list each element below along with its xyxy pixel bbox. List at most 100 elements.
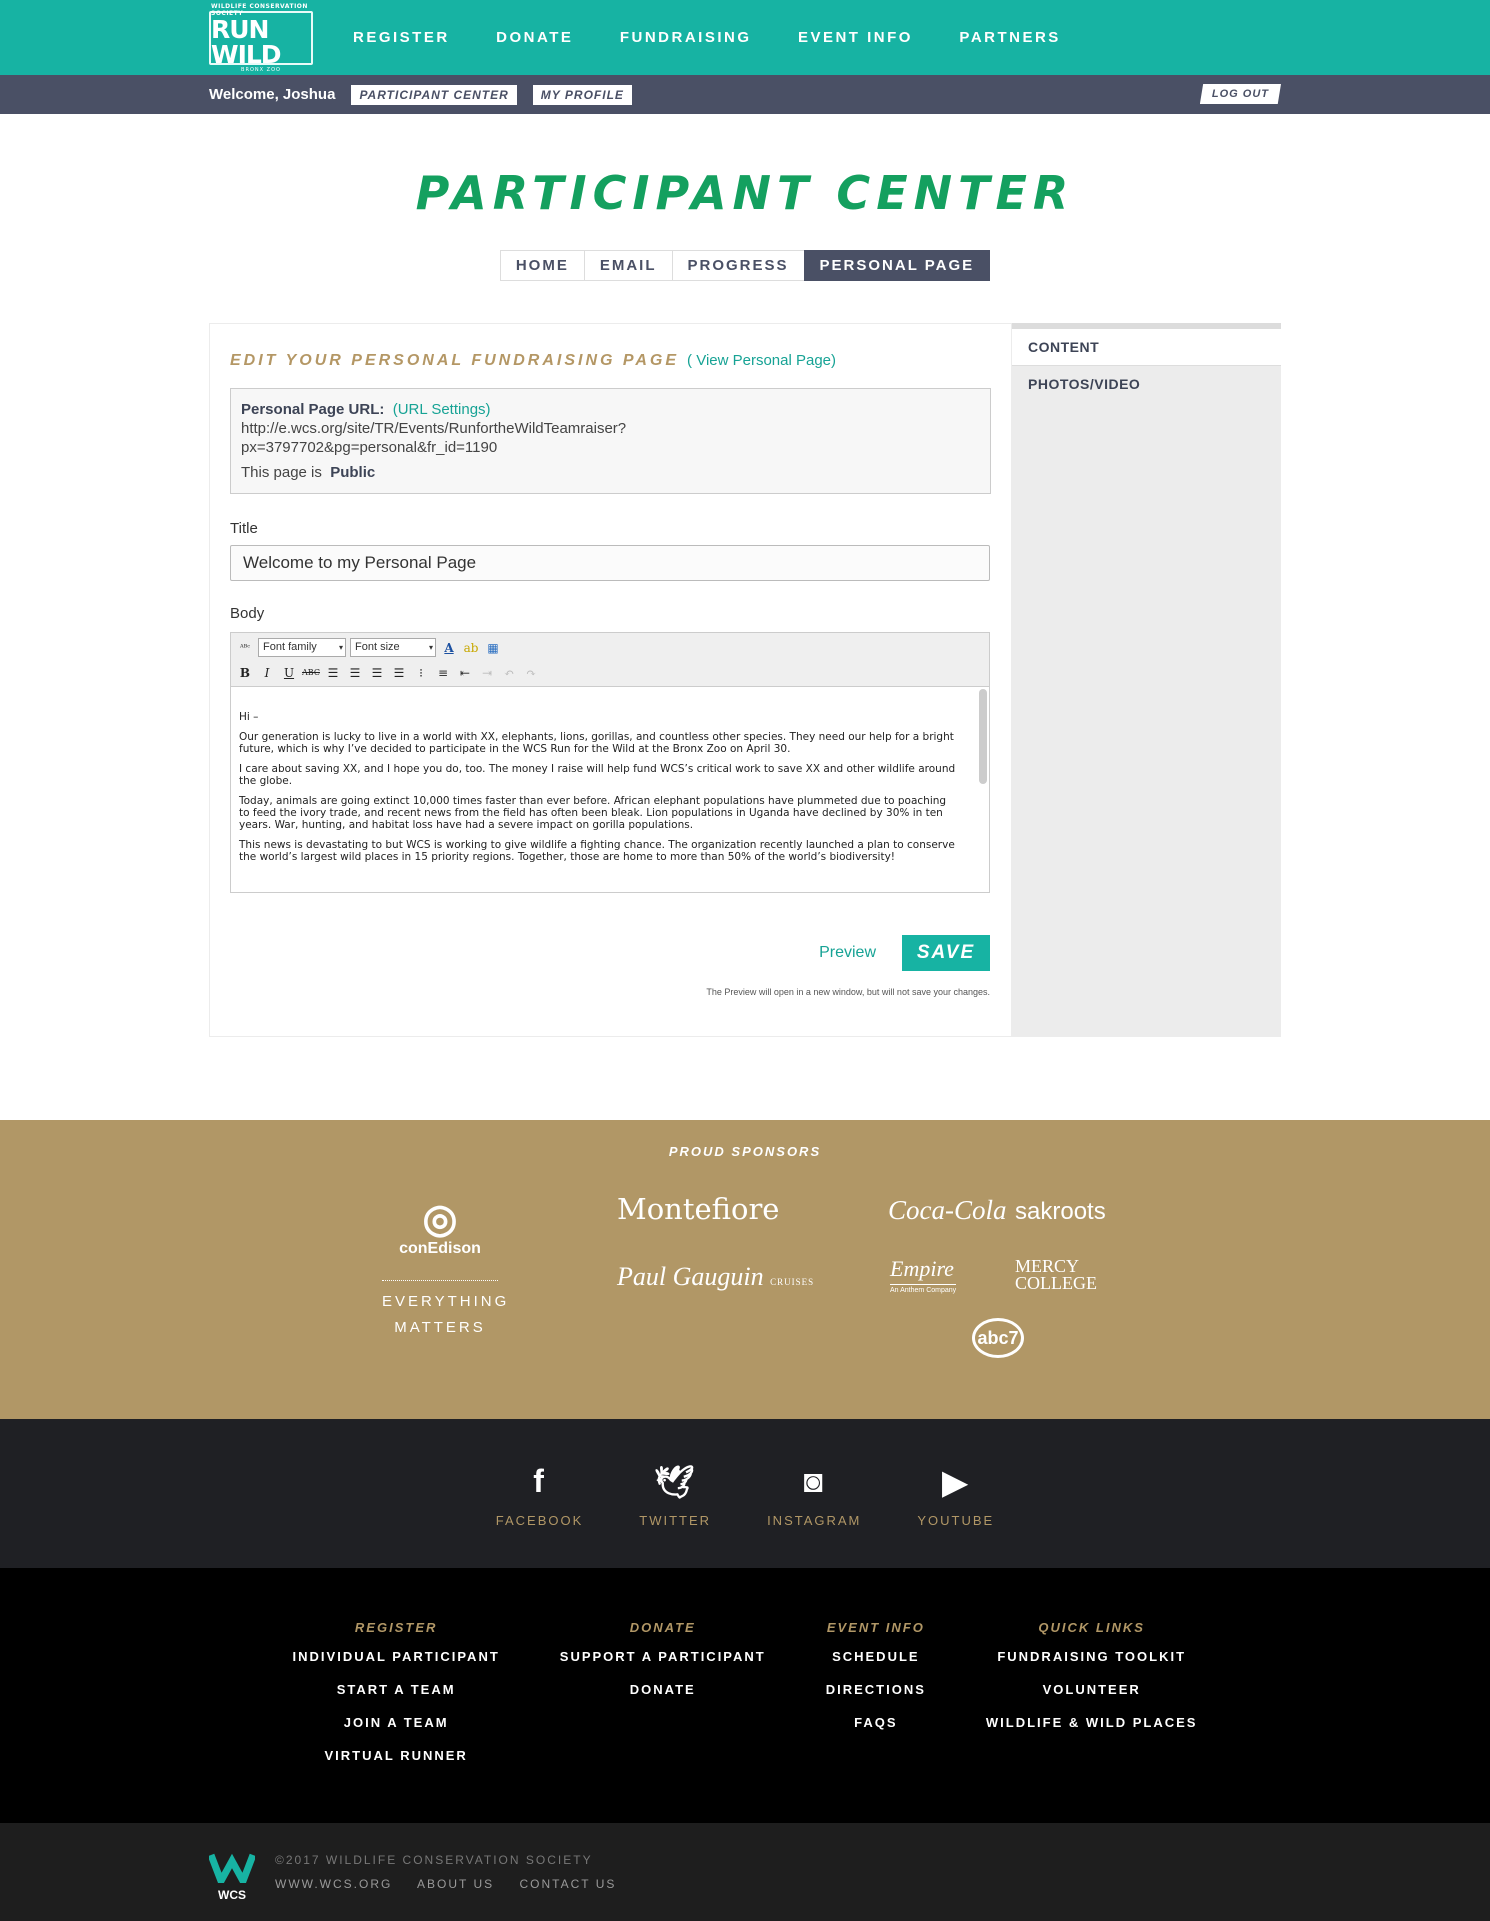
align-center-icon[interactable]: ☰ xyxy=(346,664,364,682)
wcs-org-link[interactable]: WWW.WCS.ORG xyxy=(275,1877,392,1891)
social-youtube[interactable]: ▶ YOUTUBE xyxy=(917,1463,994,1568)
about-us-link[interactable]: ABOUT US xyxy=(417,1877,494,1891)
indent-icon[interactable]: ⇥ xyxy=(478,664,496,682)
url-label: Personal Page URL: xyxy=(241,401,385,418)
run-for-the-wild-logo[interactable]: WILDLIFE CONSERVATION SOCIETY RUN WILD B… xyxy=(209,3,313,73)
montefiore-logo[interactable]: Montefiore xyxy=(617,1192,779,1226)
tab-personal-page[interactable]: PERSONAL PAGE xyxy=(803,250,991,281)
text-color-icon[interactable]: A xyxy=(440,639,458,657)
footer-link[interactable]: VOLUNTEER xyxy=(986,1682,1198,1697)
public-label: This page is xyxy=(241,464,322,481)
nav-event-info[interactable]: EVENT INFO xyxy=(798,29,913,46)
align-left-icon[interactable]: ☰ xyxy=(324,664,342,682)
footer-link[interactable]: FAQS xyxy=(826,1715,926,1730)
numbered-list-icon[interactable]: ≡ xyxy=(434,664,452,682)
spellcheck-icon[interactable]: ᴬᴮᶜ xyxy=(236,639,254,657)
url-line-1[interactable]: http://e.wcs.org/site/TR/Events/Runforth… xyxy=(241,419,980,438)
youtube-label: YOUTUBE xyxy=(917,1513,995,1528)
top-navigation: WILDLIFE CONSERVATION SOCIETY RUN WILD B… xyxy=(0,0,1490,75)
participant-tabs: HOME EMAIL PROGRESS PERSONAL PAGE xyxy=(0,250,1490,281)
footer-link[interactable]: SCHEDULE xyxy=(826,1649,926,1664)
edit-panel: EDIT YOUR PERSONAL FUNDRAISING PAGE ( Vi… xyxy=(209,323,1012,1037)
social-instagram[interactable]: ◙ INSTAGRAM xyxy=(767,1463,861,1568)
footer-link[interactable]: DONATE xyxy=(560,1682,766,1697)
conedison-icon: ◎ xyxy=(422,1197,458,1241)
side-item-content[interactable]: CONTENT xyxy=(1012,329,1281,365)
bold-icon[interactable]: B xyxy=(236,664,254,682)
undo-icon[interactable]: ↶ xyxy=(500,664,518,682)
font-size-select[interactable]: Font size ▾ xyxy=(350,638,436,657)
social-twitter[interactable]: 🕊 TWITTER xyxy=(639,1463,711,1568)
italic-icon[interactable]: I xyxy=(258,664,276,682)
editor-scrollbar[interactable] xyxy=(979,689,987,784)
copyright-text: ©2017 WILDLIFE CONSERVATION SOCIETY xyxy=(275,1853,593,1867)
rich-text-editor: ᴬᴮᶜ Font family ▾ Font size ▾ A ab ▦ B I U… xyxy=(230,632,990,893)
nav-register[interactable]: REGISTER xyxy=(353,29,450,46)
tab-email[interactable]: EMAIL xyxy=(583,250,672,281)
footer-link[interactable]: VIRTUAL RUNNER xyxy=(293,1748,500,1763)
bottom-bar: WCS ©2017 WILDLIFE CONSERVATION SOCIETY … xyxy=(0,1823,1490,1921)
logout-button[interactable]: LOG OUT xyxy=(1199,84,1281,104)
footer-links: REGISTER INDIVIDUAL PARTICIPANT START A … xyxy=(0,1568,1490,1823)
nav-donate[interactable]: DONATE xyxy=(496,29,573,46)
preview-note: The Preview will open in a new window, b… xyxy=(706,987,990,997)
instagram-icon: ◙ xyxy=(803,1463,825,1499)
page-title: PARTICIPANT CENTER xyxy=(415,166,1075,220)
tab-progress[interactable]: PROGRESS xyxy=(671,250,804,281)
conedison-text: conEdison xyxy=(399,1240,481,1257)
footer-heading: QUICK LINKS xyxy=(1038,1620,1145,1635)
youtube-icon: ▶ xyxy=(942,1464,970,1500)
footer-link[interactable]: WILDLIFE & WILD PLACES xyxy=(986,1715,1198,1730)
sponsors-heading: PROUD SPONSORS xyxy=(668,1144,822,1159)
contact-us-link[interactable]: CONTACT US xyxy=(519,1877,616,1891)
side-menu: CONTENT PHOTOS/VIDEO xyxy=(1012,323,1281,1037)
save-button[interactable]: SAVE xyxy=(902,935,990,971)
outdent-icon[interactable]: ⇤ xyxy=(456,664,474,682)
anthem-text: An Anthem Company xyxy=(890,1284,957,1294)
conedison-logo[interactable]: ◎ conEdison xyxy=(395,1198,485,1258)
preview-link[interactable]: Preview xyxy=(819,944,876,962)
footer-link[interactable]: SUPPORT A PARTICIPANT xyxy=(560,1649,766,1664)
tab-home[interactable]: HOME xyxy=(499,250,584,281)
editor-content[interactable]: Hi – Our generation is lucky to live in … xyxy=(231,687,989,892)
paul-gauguin-logo[interactable]: Paul Gauguin CRUISES xyxy=(617,1262,814,1292)
nav-fundraising[interactable]: FUNDRAISING xyxy=(620,29,752,46)
title-input[interactable] xyxy=(230,545,990,581)
twitter-label: TWITTER xyxy=(639,1513,712,1528)
url-line-2[interactable]: px=3797702&pg=personal&fr_id=1190 xyxy=(241,438,980,457)
paste-word-icon[interactable]: ▦ xyxy=(484,639,502,657)
participant-center-button[interactable]: PARTICIPANT CENTER xyxy=(351,84,517,105)
chevron-down-icon: ▾ xyxy=(338,643,343,652)
empire-logo[interactable]: Empire An Anthem Company xyxy=(890,1256,957,1294)
highlight-color-icon[interactable]: ab xyxy=(462,639,480,657)
coca-cola-logo[interactable]: Coca-Cola xyxy=(888,1195,1007,1226)
redo-icon[interactable]: ↷ xyxy=(522,664,540,682)
align-right-icon[interactable]: ☰ xyxy=(368,664,386,682)
url-settings-link[interactable]: (URL Settings) xyxy=(393,401,491,418)
my-profile-button[interactable]: MY PROFILE xyxy=(532,84,632,105)
nav-partners[interactable]: PARTNERS xyxy=(959,29,1060,46)
footer-link[interactable]: DIRECTIONS xyxy=(826,1682,926,1697)
view-personal-page-link[interactable]: ( View Personal Page) xyxy=(687,352,836,369)
facebook-icon: f xyxy=(533,1463,546,1499)
footer-link[interactable]: START A TEAM xyxy=(293,1682,500,1697)
footer-link[interactable]: JOIN A TEAM xyxy=(293,1715,500,1730)
bullet-list-icon[interactable]: ⁝ xyxy=(412,664,430,682)
font-family-select[interactable]: Font family ▾ xyxy=(258,638,346,657)
abc7-logo[interactable]: abc7 xyxy=(972,1318,1024,1358)
footer-link[interactable]: FUNDRAISING TOOLKIT xyxy=(986,1649,1198,1664)
align-justify-icon[interactable]: ☰ xyxy=(390,664,408,682)
wcs-logo[interactable]: WCS xyxy=(207,1853,257,1903)
strikethrough-icon[interactable]: ABC xyxy=(302,664,320,682)
twitter-icon: 🕊 xyxy=(653,1464,697,1500)
footer-heading: REGISTER xyxy=(354,1620,438,1635)
main-nav: REGISTER DONATE FUNDRAISING EVENT INFO P… xyxy=(353,29,1103,47)
side-item-photos-video[interactable]: PHOTOS/VIDEO xyxy=(1012,365,1281,401)
mercy-college-logo[interactable]: MERCY COLLEGE xyxy=(1015,1257,1107,1292)
sakroots-logo[interactable]: sakroots xyxy=(1015,1198,1106,1226)
matters-text: MATTERS xyxy=(394,1319,486,1336)
underline-icon[interactable]: U xyxy=(280,664,298,682)
social-facebook[interactable]: f FACEBOOK xyxy=(496,1463,584,1568)
footer-link[interactable]: INDIVIDUAL PARTICIPANT xyxy=(293,1649,500,1664)
social-bar: f FACEBOOK 🕊 TWITTER ◙ INSTAGRAM ▶ YOUTUBE xyxy=(0,1419,1490,1568)
